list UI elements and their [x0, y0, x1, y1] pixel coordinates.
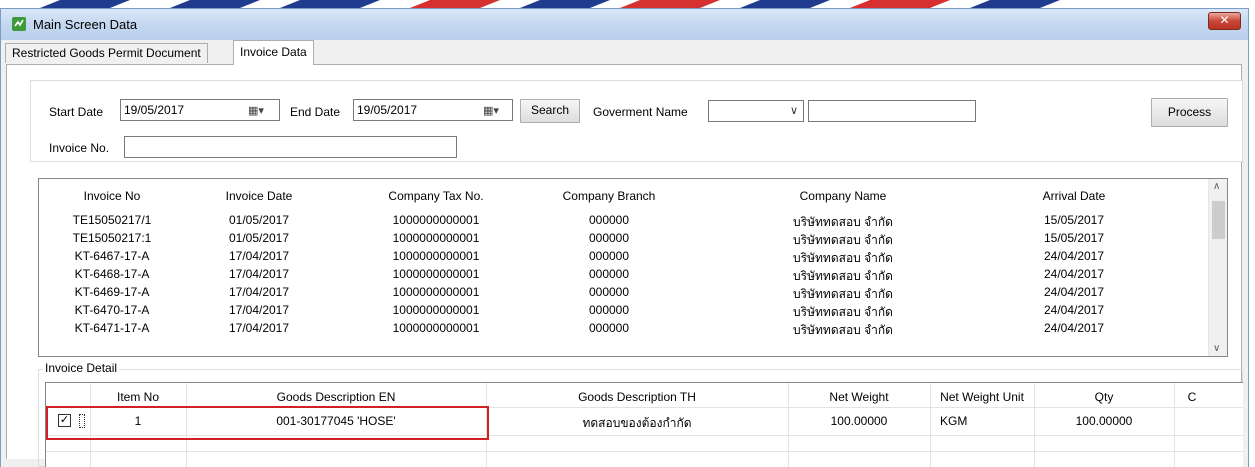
- cell-invoice-no: KT-6467-17-A: [74, 249, 150, 263]
- table-row[interactable]: KT-6470-17-A 17/04/2017 1000000000001 00…: [39, 303, 1209, 319]
- cell-arrival-date: 15/05/2017: [1043, 213, 1105, 227]
- invoice-no-input[interactable]: [124, 136, 457, 158]
- header-net-weight[interactable]: Net Weight: [788, 390, 930, 404]
- cell-tax-no: 1000000000001: [392, 249, 480, 263]
- header-invoice-no[interactable]: Invoice No: [39, 189, 185, 203]
- cell-company-name: บริษัททดสอบ จำกัด: [793, 251, 893, 265]
- cell-branch: 000000: [588, 267, 630, 281]
- cell-branch: 000000: [588, 249, 630, 263]
- cell-tax-no: 1000000000001: [392, 267, 480, 281]
- cell-invoice-no: KT-6468-17-A: [74, 267, 150, 281]
- cell-invoice-date: 17/04/2017: [228, 321, 290, 335]
- scroll-down-icon[interactable]: ∨: [1213, 343, 1220, 354]
- cell-branch: 000000: [588, 213, 630, 227]
- cell-company-name: บริษัททดสอบ จำกัด: [793, 323, 893, 337]
- header-company-branch[interactable]: Company Branch: [539, 189, 679, 203]
- header-qty[interactable]: Qty: [1034, 390, 1174, 404]
- cell-arrival-date: 24/04/2017: [1043, 267, 1105, 281]
- table-row[interactable]: TE15050217:1 01/05/2017 1000000000001 00…: [39, 231, 1209, 247]
- cell-tax-no: 1000000000001: [392, 285, 480, 299]
- header-company-name[interactable]: Company Name: [679, 189, 1007, 203]
- highlight-annotation: [46, 406, 489, 440]
- scroll-up-icon[interactable]: ∧: [1213, 181, 1220, 192]
- app-icon: [12, 17, 26, 31]
- cell-arrival-date: 24/04/2017: [1043, 321, 1105, 335]
- table-row[interactable]: KT-6469-17-A 17/04/2017 1000000000001 00…: [39, 285, 1209, 301]
- cell-tax-no: 1000000000001: [392, 321, 480, 335]
- cell-company-name: บริษัททดสอบ จำกัด: [793, 215, 893, 229]
- cell-company-name: บริษัททดสอบ จำกัด: [793, 287, 893, 301]
- cell-branch: 000000: [588, 285, 630, 299]
- chevron-down-icon: ∨: [789, 105, 798, 117]
- banner-strip: [0, 0, 1255, 8]
- process-button[interactable]: Process: [1151, 98, 1228, 127]
- cell-branch: 000000: [588, 303, 630, 317]
- cell-invoice-no: KT-6469-17-A: [74, 285, 150, 299]
- table-row[interactable]: KT-6468-17-A 17/04/2017 1000000000001 00…: [39, 267, 1209, 283]
- cell-company-name: บริษัททดสอบ จำกัด: [793, 269, 893, 283]
- start-date-value: 19/05/2017: [124, 103, 185, 117]
- cell-net-weight-unit: KGM: [940, 414, 968, 428]
- table-row[interactable]: TE15050217/1 01/05/2017 1000000000001 00…: [39, 213, 1209, 229]
- cell-goods-desc-th: ทดสอบของต้องกำกัด: [582, 416, 692, 430]
- cell-invoice-date: 17/04/2017: [228, 303, 290, 317]
- header-invoice-date[interactable]: Invoice Date: [185, 189, 333, 203]
- invoice-grid[interactable]: Invoice No Invoice Date Company Tax No. …: [38, 178, 1228, 357]
- cell-invoice-date: 17/04/2017: [228, 285, 290, 299]
- cell-company-name: บริษัททดสอบ จำกัด: [793, 305, 893, 319]
- government-code-field[interactable]: [808, 100, 976, 122]
- cell-net-weight: 100.00000: [830, 414, 888, 428]
- cell-arrival-date: 15/05/2017: [1043, 231, 1105, 245]
- start-date-label: Start Date: [49, 105, 104, 119]
- search-button[interactable]: Search: [520, 99, 580, 123]
- header-arrival-date[interactable]: Arrival Date: [1007, 189, 1141, 203]
- end-date-value: 19/05/2017: [357, 103, 418, 117]
- header-goods-desc-th[interactable]: Goods Description TH: [486, 390, 788, 404]
- invoice-detail-legend: Invoice Detail: [43, 361, 120, 375]
- government-name-combo[interactable]: ∨: [708, 100, 804, 122]
- calendar-dropdown-icon[interactable]: ▦▾: [483, 104, 499, 117]
- table-row[interactable]: KT-6471-17-A 17/04/2017 1000000000001 00…: [39, 321, 1209, 337]
- cell-invoice-date: 01/05/2017: [228, 231, 290, 245]
- header-item-no[interactable]: Item No: [90, 390, 186, 404]
- cell-arrival-date: 24/04/2017: [1043, 285, 1105, 299]
- scroll-thumb[interactable]: [1212, 201, 1225, 239]
- cell-invoice-date: 17/04/2017: [228, 267, 290, 281]
- invoice-no-label: Invoice No.: [49, 141, 110, 155]
- header-company-tax-no[interactable]: Company Tax No.: [333, 189, 539, 203]
- cell-tax-no: 1000000000001: [392, 231, 480, 245]
- header-net-weight-unit[interactable]: Net Weight Unit: [930, 390, 1034, 404]
- cell-branch: 000000: [588, 321, 630, 335]
- end-date-label: End Date: [290, 105, 341, 119]
- invoice-grid-header: Invoice No Invoice Date Company Tax No. …: [39, 183, 1209, 209]
- cell-invoice-date: 17/04/2017: [228, 249, 290, 263]
- government-name-label: Goverment Name: [593, 105, 688, 119]
- invoice-grid-scrollbar[interactable]: ∧ ∨: [1208, 179, 1227, 356]
- cell-invoice-no: KT-6470-17-A: [74, 303, 150, 317]
- cell-tax-no: 1000000000001: [392, 303, 480, 317]
- cell-company-name: บริษัททดสอบ จำกัด: [793, 233, 893, 247]
- tab-restricted-goods[interactable]: Restricted Goods Permit Document: [5, 43, 208, 63]
- cell-tax-no: 1000000000001: [392, 213, 480, 227]
- cell-branch: 000000: [588, 231, 630, 245]
- table-row[interactable]: KT-6467-17-A 17/04/2017 1000000000001 00…: [39, 249, 1209, 265]
- tab-invoice-data[interactable]: Invoice Data: [233, 40, 314, 65]
- header-c[interactable]: C: [1182, 390, 1202, 404]
- cell-invoice-date: 01/05/2017: [228, 213, 290, 227]
- cell-arrival-date: 24/04/2017: [1043, 249, 1105, 263]
- window-title: Main Screen Data: [33, 17, 138, 32]
- close-button[interactable]: ✕: [1208, 12, 1241, 30]
- cell-invoice-no: TE15050217:1: [72, 231, 152, 245]
- title-bar: Main Screen Data ✕: [1, 9, 1248, 40]
- header-goods-desc-en[interactable]: Goods Description EN: [186, 390, 486, 404]
- cell-qty: 100.00000: [1075, 414, 1133, 428]
- cell-arrival-date: 24/04/2017: [1043, 303, 1105, 317]
- cell-invoice-no: KT-6471-17-A: [74, 321, 150, 335]
- cell-invoice-no: TE15050217/1: [72, 213, 152, 227]
- calendar-dropdown-icon[interactable]: ▦▾: [248, 104, 264, 117]
